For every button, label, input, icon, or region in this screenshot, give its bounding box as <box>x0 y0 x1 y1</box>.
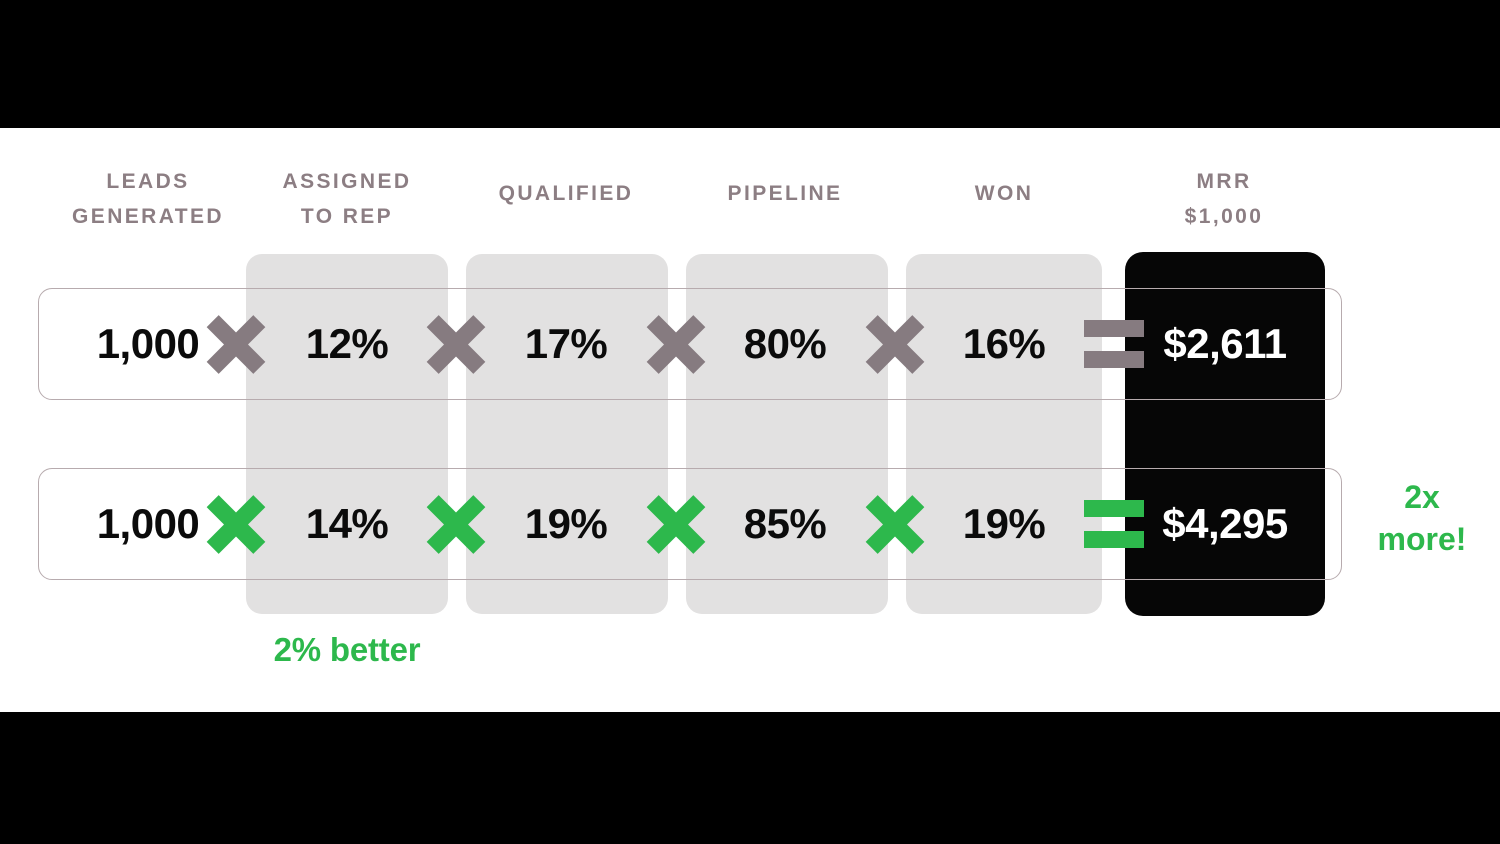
cell-mrr-row-2: $4,295 <box>1162 500 1288 547</box>
cell-won-row-1: 16% <box>962 320 1046 367</box>
annotation-2x-more: 2x more! <box>1377 479 1467 557</box>
column-header-pipeline: PIPELINE <box>727 182 843 205</box>
cell-won-row-2: 19% <box>962 500 1046 547</box>
column-header-leads: LEADS GENERATED <box>72 170 224 228</box>
cell-assigned-row-1: 12% <box>305 320 389 367</box>
table-row: 1,000 12% 17% 80% 16% $2,611 <box>0 288 1500 400</box>
slide-canvas: LEADS GENERATED ASSIGNED TO REP QUALIFIE… <box>0 128 1500 712</box>
cell-pipeline-row-1: 80% <box>743 320 827 367</box>
column-header-assigned: ASSIGNED TO REP <box>282 170 412 228</box>
column-header-mrr: MRR $1,000 <box>1184 170 1264 228</box>
cell-qualified-row-1: 17% <box>524 320 608 367</box>
annotation-2-percent-better: 2% better <box>273 631 421 668</box>
slide-stage: LEADS GENERATED ASSIGNED TO REP QUALIFIE… <box>0 0 1500 844</box>
cell-qualified-row-2: 19% <box>524 500 608 547</box>
cell-mrr-row-1: $2,611 <box>1163 320 1287 367</box>
cell-assigned-row-2: 14% <box>305 500 389 547</box>
column-header-won: WON <box>974 182 1034 205</box>
table-row: 1,000 14% 19% 85% 19% $4,295 <box>0 468 1500 580</box>
cell-pipeline-row-2: 85% <box>743 500 827 547</box>
column-header-qualified: QUALIFIED <box>498 182 634 205</box>
